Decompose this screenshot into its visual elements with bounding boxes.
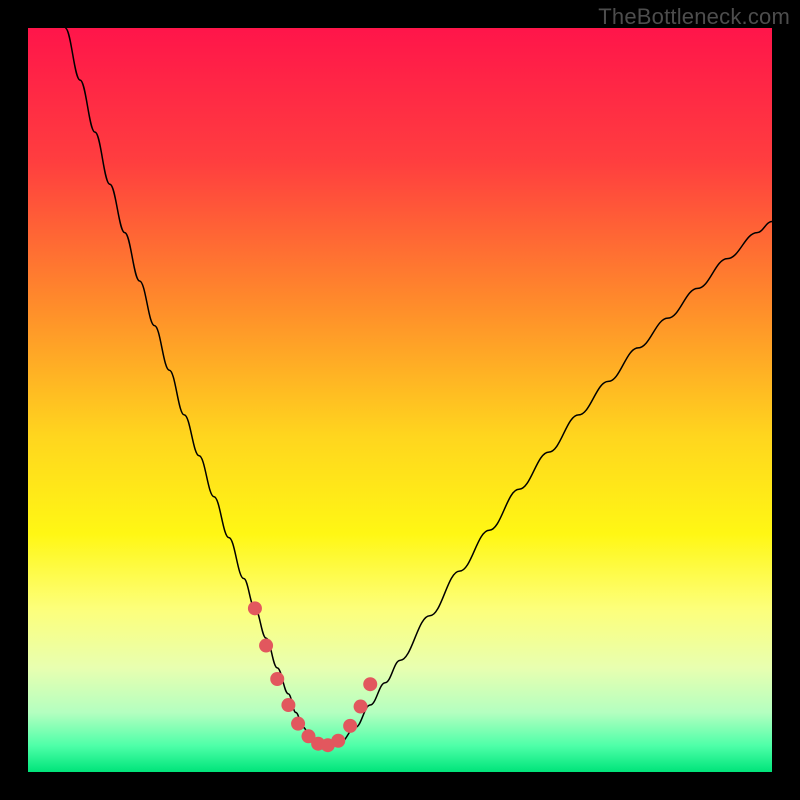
plot-area xyxy=(28,28,772,772)
watermark-text: TheBottleneck.com xyxy=(598,4,790,30)
chart-frame: TheBottleneck.com xyxy=(0,0,800,800)
highlight-dots xyxy=(248,601,377,752)
curve-layer xyxy=(28,28,772,772)
bottleneck-curve xyxy=(65,28,772,750)
